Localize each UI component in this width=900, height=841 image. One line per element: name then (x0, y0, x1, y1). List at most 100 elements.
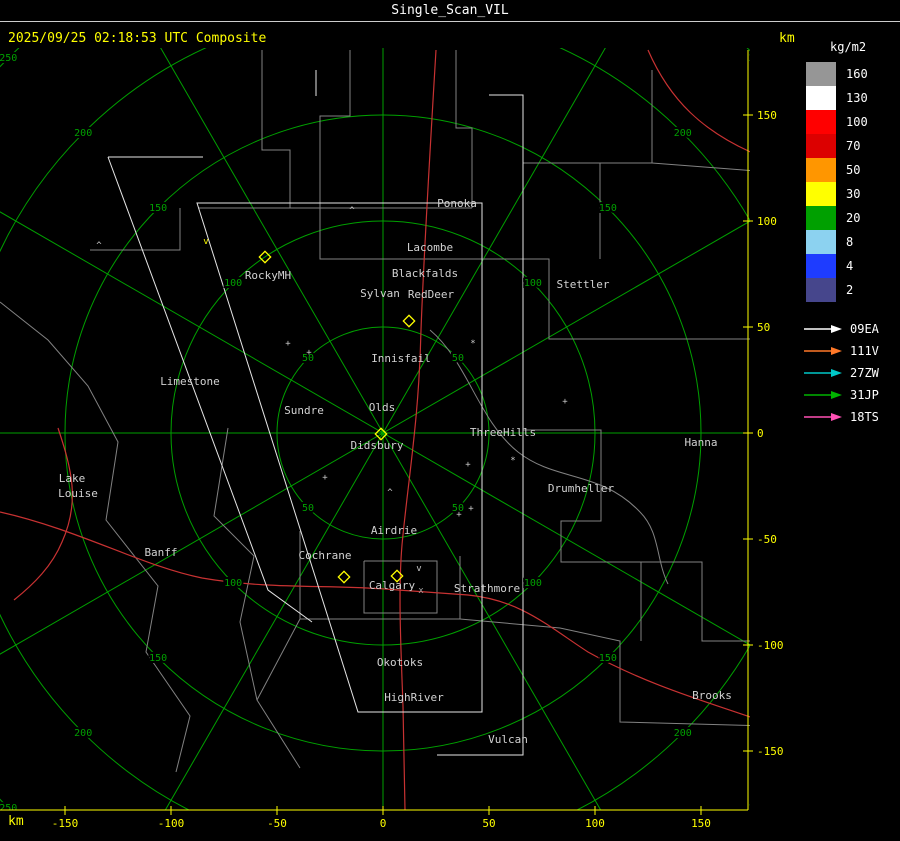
range-ring-label: 150 (599, 203, 617, 214)
right-axis-tick-label: 0 (757, 427, 764, 440)
town-marker: v (203, 237, 208, 247)
site-arrow-icon (804, 391, 842, 399)
range-ring-label: 50 (302, 503, 314, 514)
legend-scale-value: 30 (846, 187, 861, 201)
site-id-label: 31JP (850, 388, 879, 402)
place-label: Lake (59, 472, 86, 485)
county-boundary (459, 618, 750, 726)
bottom-axis-tick-label: 50 (482, 817, 495, 830)
place-label: Ponoka (437, 197, 477, 210)
legend-color-swatch (806, 110, 836, 134)
place-label: Sylvan (360, 287, 400, 300)
legend-color-swatch (806, 206, 836, 230)
legend-color-swatch (806, 86, 836, 110)
bottom-axis-tick-label: 0 (380, 817, 387, 830)
bottom-axis-tick-label: 150 (691, 817, 711, 830)
county-boundary (0, 301, 191, 773)
site-arrow-icon (804, 413, 842, 421)
legend-scale-row: 100 (802, 110, 898, 134)
color-scale-legend: kg/m2 160 130 100 70 50 30 20 8 4 2 09EA 111V 27ZW 3… (802, 40, 898, 428)
range-ring-label: 200 (674, 128, 692, 139)
site-arrow-icon (804, 369, 842, 377)
azimuth-line (164, 48, 606, 810)
radar-coverage-outline (107, 156, 313, 623)
place-label: Brooks (692, 689, 732, 702)
site-legend-row: 111V (802, 340, 898, 362)
legend-scale-row: 20 (802, 206, 898, 230)
highway-line (397, 589, 750, 718)
county-boundary (261, 50, 291, 208)
place-label: Airdrie (371, 524, 417, 537)
legend-scale-value: 160 (846, 67, 868, 81)
azimuth-line (0, 211, 750, 646)
range-ring-label: 250 (0, 53, 17, 64)
town-marker: v (416, 564, 421, 574)
town-marker: ^ (387, 488, 393, 498)
range-ring-label: 50 (452, 353, 464, 364)
legend-scale-value: 70 (846, 139, 861, 153)
legend-scale-row: 30 (802, 182, 898, 206)
bottom-axis-tick-label: -100 (158, 817, 185, 830)
town-marker: + (456, 510, 462, 520)
town-marker: * (510, 456, 515, 466)
title-divider (0, 21, 900, 22)
place-label: Okotoks (377, 656, 423, 669)
site-arrow-icon (804, 325, 842, 333)
place-label: Vulcan (488, 733, 528, 746)
place-label: Limestone (160, 375, 220, 388)
azimuth-line (0, 220, 750, 655)
range-ring-label: 100 (224, 578, 242, 589)
range-ring-label: 250 (0, 803, 17, 814)
legend-scale-row: 70 (802, 134, 898, 158)
site-arrow-icon (804, 347, 842, 355)
place-label: RedDeer (408, 288, 455, 301)
range-ring (0, 48, 750, 810)
legend-scale-value: 2 (846, 283, 854, 297)
site-legend: 09EA 111V 27ZW 31JP 18TS (802, 318, 898, 428)
place-label: Cochrane (299, 549, 352, 562)
legend-color-swatch (806, 158, 836, 182)
legend-scale-value: 20 (846, 211, 861, 225)
legend-scale-row: 8 (802, 230, 898, 254)
bottom-axis-unit-label: km (8, 814, 24, 829)
site-id-label: 18TS (850, 410, 879, 424)
azimuth-line (160, 48, 602, 810)
county-boundary (455, 50, 473, 208)
place-label: HighRiver (384, 691, 444, 704)
scan-timestamp: 2025/09/25 02:18:53 UTC Composite (8, 31, 267, 46)
town-marker: + (468, 504, 474, 514)
county-boundary (523, 258, 750, 340)
bottom-axis-tick-label: -150 (52, 817, 79, 830)
town-marker: ^ (96, 241, 102, 251)
legend-color-swatch (806, 230, 836, 254)
county-boundary (256, 618, 301, 769)
legend-color-swatch (806, 134, 836, 158)
place-label: Hanna (684, 436, 717, 449)
county-boundary (641, 561, 750, 642)
radar-coverage-outline (437, 94, 524, 756)
color-scale: 160 130 100 70 50 30 20 8 4 2 (802, 62, 898, 302)
legend-scale-value: 8 (846, 235, 854, 249)
range-ring-label: 250 (749, 53, 767, 64)
range-ring-label: 150 (149, 653, 167, 664)
range-ring-label: 250 (749, 803, 767, 814)
legend-scale-row: 130 (802, 86, 898, 110)
legend-scale-row: 50 (802, 158, 898, 182)
town-marker: x (418, 586, 424, 596)
place-label: Lacombe (407, 241, 453, 254)
radar-map[interactable]: 5050505010010010010015015015015020020020… (0, 0, 900, 841)
bottom-axis-tick-label: 100 (585, 817, 605, 830)
town-marker: + (322, 473, 328, 483)
range-ring-label: 150 (599, 653, 617, 664)
legend-color-swatch (806, 278, 836, 302)
county-boundary (429, 329, 669, 585)
legend-color-swatch (806, 62, 836, 86)
place-label: Drumheller (548, 482, 615, 495)
place-label: Louise (58, 487, 98, 500)
legend-color-swatch (806, 182, 836, 206)
radar-site-marker (337, 570, 351, 584)
place-label: Blackfalds (392, 267, 458, 280)
legend-scale-value: 130 (846, 91, 868, 105)
range-ring-label: 200 (74, 728, 92, 739)
legend-scale-value: 50 (846, 163, 861, 177)
